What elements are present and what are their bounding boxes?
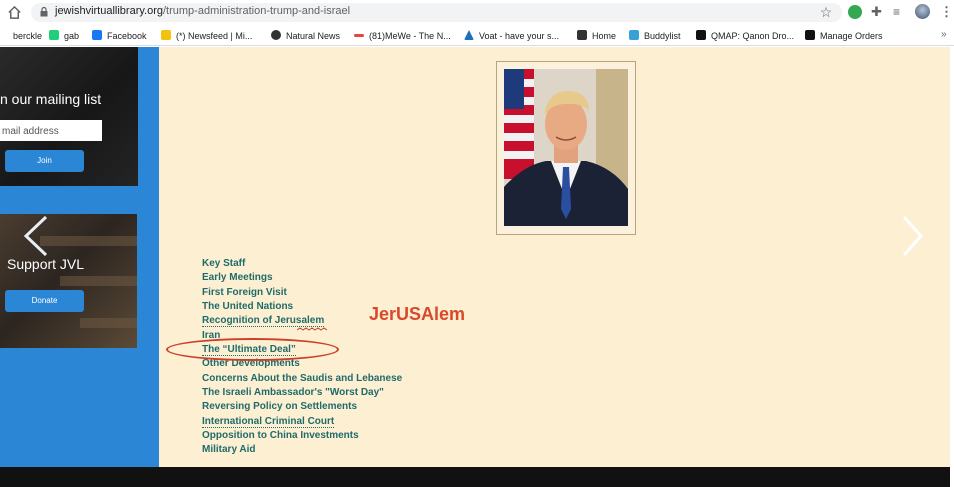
books-decoration: [40, 236, 137, 246]
extension-green-icon[interactable]: [848, 5, 862, 19]
profile-avatar[interactable]: [915, 4, 930, 19]
bookmark-item[interactable]: Home: [577, 29, 616, 43]
toc-link-key-staff[interactable]: Key Staff: [202, 257, 532, 271]
bookmarks-bar: berckle gab Facebook (*) Newsfeed | Mi..…: [0, 25, 954, 46]
address-bar: jewishvirtuallibrary.org/trump-administr…: [0, 0, 954, 25]
url-host: jewishvirtuallibrary.org: [55, 5, 163, 17]
home-logo-icon: [577, 30, 587, 40]
toc-link-label: Recognition of Jerusalem: [202, 315, 325, 328]
support-title: Support JVL: [7, 256, 85, 272]
reading-list-icon[interactable]: ≡: [893, 5, 907, 19]
annotation-text: JerUSAlem: [369, 304, 466, 324]
bookmark-star-icon[interactable]: ☆: [819, 5, 833, 19]
bookmark-item[interactable]: (81)MeWe - The N...: [354, 29, 451, 43]
annotation-circle: [166, 338, 339, 361]
toc-link-label: International Criminal Court: [202, 415, 335, 428]
bookmarks-overflow-button[interactable]: »: [941, 29, 947, 40]
bookmark-item[interactable]: (*) Newsfeed | Mi...: [161, 29, 252, 43]
toc-link-first-foreign-visit[interactable]: First Foreign Visit: [202, 286, 532, 300]
president-portrait: [504, 69, 628, 226]
bookmark-label: QMAP: Qanon Dro...: [711, 31, 795, 41]
bookmark-label: Home: [592, 31, 617, 41]
bookmark-item[interactable]: Natural News: [271, 29, 340, 43]
url-text[interactable]: jewishvirtuallibrary.org/trump-administr…: [55, 5, 350, 17]
bookmark-item[interactable]: Buddylist: [629, 29, 681, 43]
carousel-next-icon[interactable]: [900, 215, 924, 257]
toc-link-international-criminal-court[interactable]: International Criminal Court: [202, 415, 532, 429]
web-page: n our mailing list mail address Join Sup…: [0, 47, 954, 467]
support-card[interactable]: Support JVL Donate: [0, 214, 137, 348]
bookmark-label: (81)MeWe - The N...: [369, 31, 451, 41]
bookmark-label: Facebook: [107, 31, 147, 41]
bookmark-item[interactable]: berckle: [0, 29, 42, 43]
bookmark-label: gab: [64, 31, 80, 41]
bookmark-item[interactable]: Facebook: [92, 29, 147, 43]
bookmark-label: Buddylist: [644, 31, 681, 41]
bookmark-item[interactable]: Manage Orders: [805, 29, 883, 43]
email-placeholder: mail address: [2, 126, 59, 137]
mailing-list-title: n our mailing list: [0, 91, 102, 107]
bookmark-item[interactable]: gab: [49, 29, 79, 43]
natural-news-icon: [271, 30, 281, 40]
books-decoration: [80, 318, 137, 328]
carousel-prev-icon[interactable]: [22, 215, 52, 257]
gab-icon: [49, 30, 59, 40]
url-path: /trump-administration-trump-and-israel: [163, 5, 351, 17]
spellcheck-squiggle: [297, 327, 328, 331]
taskbar-strip: [0, 467, 950, 487]
music-icon: [0, 30, 8, 40]
page-edge: [950, 47, 954, 467]
toc-link-saudis-lebanese[interactable]: Concerns About the Saudis and Lebanese: [202, 372, 532, 386]
browser-menu-icon[interactable]: ⋮: [940, 5, 953, 19]
toc-link-early-meetings[interactable]: Early Meetings: [202, 271, 532, 285]
browser-window: jewishvirtuallibrary.org/trump-administr…: [0, 0, 954, 487]
bookmark-label: berckle: [13, 31, 43, 41]
bookmark-label: Natural News: [286, 31, 341, 41]
books-decoration: [60, 276, 137, 286]
mewe-icon: [354, 34, 364, 37]
extensions-puzzle-icon[interactable]: ✚: [871, 5, 885, 19]
bookmark-label: (*) Newsfeed | Mi...: [176, 31, 253, 41]
lock-icon[interactable]: [40, 7, 48, 17]
bookmark-item[interactable]: QMAP: Qanon Dro...: [696, 29, 794, 43]
toc-link-china-investments[interactable]: Opposition to China Investments: [202, 429, 532, 443]
join-button[interactable]: Join: [5, 150, 84, 172]
sidebar: n our mailing list mail address Join Sup…: [0, 47, 159, 467]
bookmark-item[interactable]: Voat - have your s...: [464, 29, 559, 43]
portrait-frame: [496, 61, 636, 235]
home-icon[interactable]: [7, 5, 22, 20]
bulb-icon: [161, 30, 171, 40]
amazon-icon: [805, 30, 815, 40]
bookmark-label: Manage Orders: [820, 31, 883, 41]
bookmark-label: Voat - have your s...: [479, 31, 560, 41]
donate-button[interactable]: Donate: [5, 290, 84, 312]
mailing-list-card: n our mailing list mail address Join: [0, 47, 138, 186]
voat-icon: [464, 30, 474, 40]
toc-link-ambassador-worst-day[interactable]: The Israeli Ambassador's "Worst Day": [202, 386, 532, 400]
main-content: Key Staff Early Meetings First Foreign V…: [159, 47, 950, 467]
qmap-icon: [696, 30, 706, 40]
toc-link-settlements[interactable]: Reversing Policy on Settlements: [202, 400, 532, 414]
toc-link-recognition-of-jerusalem[interactable]: Recognition of Jerusalem: [202, 314, 532, 328]
toc-link-military-aid[interactable]: Military Aid: [202, 443, 532, 457]
toc-link-united-nations[interactable]: The United Nations: [202, 300, 532, 314]
facebook-icon: [92, 30, 102, 40]
buddylist-icon: [629, 30, 639, 40]
